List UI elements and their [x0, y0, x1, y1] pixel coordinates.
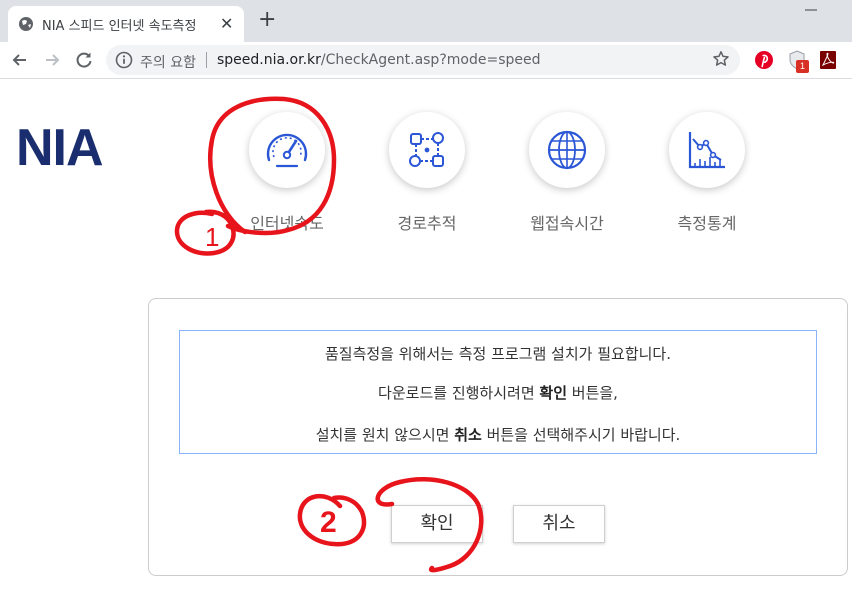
message-line-2-tail: 버튼을, [567, 384, 618, 402]
address-bar[interactable]: 주의 요함 speed.nia.or.kr/CheckAgent.asp?mod… [106, 45, 740, 75]
menu-label: 인터넷속도 [250, 214, 324, 233]
annotation-ellipse-1 [174, 209, 236, 256]
window-minimize-icon[interactable] [800, 2, 822, 16]
url-text[interactable]: speed.nia.or.kr/CheckAgent.asp?mode=spee… [217, 52, 540, 68]
pinterest-extension-icon[interactable] [754, 50, 774, 70]
info-icon[interactable] [115, 51, 133, 69]
menu-item-statistics[interactable]: 측정통계 [652, 112, 762, 233]
browser-toolbar: 주의 요함 speed.nia.or.kr/CheckAgent.asp?mod… [0, 42, 852, 79]
message-line-2: 다운로드를 진행하시려면 확인 버튼을, [180, 382, 816, 403]
menu-icon-circle [669, 112, 745, 188]
route-trace-icon [409, 132, 444, 167]
menu-icon-circle [389, 112, 465, 188]
install-message-box: 품질측정을 위해서는 측정 프로그램 설치가 필요합니다. 다운로드를 진행하시… [179, 330, 817, 454]
globe-icon [547, 130, 587, 170]
menu-item-route-trace[interactable]: 경로추적 [372, 112, 482, 233]
menu-label: 웹접속시간 [530, 214, 604, 233]
tab-title: NIA 스피드 인터넷 속도측정 [42, 19, 197, 34]
extension-badge: 1 [796, 60, 809, 73]
message-line-2-text: 다운로드를 진행하시려면 [378, 384, 540, 402]
menu-icon-circle [529, 112, 605, 188]
menu-item-internet-speed[interactable]: 인터넷속도 [232, 112, 342, 233]
browser-tab[interactable]: NIA 스피드 인터넷 속도측정 ✕ [8, 6, 244, 42]
forward-arrow-icon[interactable] [42, 50, 62, 70]
url-path: /CheckAgent.asp?mode=speed [320, 52, 541, 68]
reload-icon[interactable] [74, 50, 94, 70]
menu-icon-circle [249, 112, 325, 188]
tab-strip: NIA 스피드 인터넷 속도측정 ✕ + [0, 0, 852, 42]
menu-item-web-access-time[interactable]: 웹접속시간 [512, 112, 622, 233]
install-dialog-panel: 품질측정을 위해서는 측정 프로그램 설치가 필요합니다. 다운로드를 진행하시… [148, 298, 848, 576]
cancel-button[interactable]: 취소 [513, 505, 605, 543]
confirm-button[interactable]: 확인 [391, 505, 483, 543]
url-divider [206, 52, 207, 68]
menu-label: 경로추적 [397, 214, 457, 233]
confirm-emphasis: 확인 [539, 384, 567, 402]
nia-logo[interactable]: NIA [16, 118, 104, 178]
statistics-icon [688, 132, 725, 169]
security-status-label[interactable]: 주의 요함 [140, 52, 196, 72]
back-arrow-icon[interactable] [10, 50, 30, 70]
message-line-3-text: 설치를 원치 않으시면 [315, 426, 455, 444]
bookmark-star-icon[interactable] [712, 50, 730, 68]
new-tab-button[interactable]: + [258, 9, 276, 31]
message-line-1: 품질측정을 위해서는 측정 프로그램 설치가 필요합니다. [324, 345, 671, 363]
annotation-number-1: 1 [205, 222, 219, 252]
message-line-3: 설치를 원치 않으시면 취소 버튼을 선택해주시기 바랍니다. [180, 424, 816, 445]
tab-close-icon[interactable]: ✕ [220, 14, 233, 33]
speedometer-icon [266, 133, 308, 168]
url-host: speed.nia.or.kr [217, 52, 321, 68]
message-line-3-tail: 버튼을 선택해주시기 바랍니다. [481, 426, 681, 444]
pdf-extension-icon[interactable] [819, 50, 837, 70]
globe-favicon-icon [19, 17, 33, 31]
cancel-emphasis: 취소 [454, 426, 482, 444]
menu-label: 측정통계 [677, 214, 737, 233]
